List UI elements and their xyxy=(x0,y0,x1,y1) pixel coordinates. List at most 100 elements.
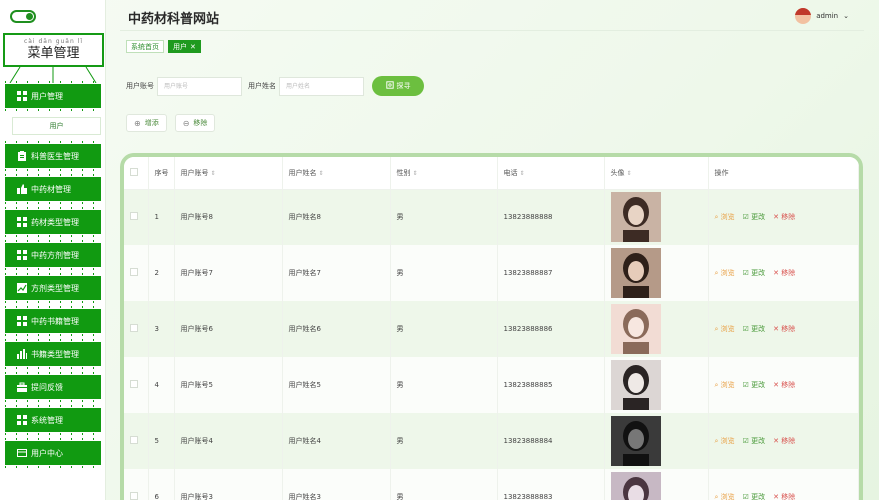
sidebar-item-label: 科普医生管理 xyxy=(31,151,79,161)
col-account[interactable]: 用户账号 ⇕ xyxy=(174,157,283,190)
grid-icon xyxy=(17,217,27,227)
avatar-photo[interactable] xyxy=(610,472,661,500)
edit-button[interactable]: ☑ 更改 xyxy=(743,212,766,222)
row-checkbox[interactable] xyxy=(130,268,138,276)
menu-title: 菜单管理 xyxy=(27,46,80,61)
delete-button[interactable]: ✕ 移除 xyxy=(773,212,795,222)
edit-icon: ☑ xyxy=(742,269,752,277)
edit-icon: ☑ xyxy=(742,493,752,500)
cell-gender: 男 xyxy=(390,189,498,245)
delete-button[interactable]: ✕ 移除 xyxy=(773,324,795,334)
sidebar-item-book-type-management[interactable]: 书籍类型管理 xyxy=(5,339,101,369)
view-button[interactable]: ⌕ 浏览 xyxy=(715,212,735,222)
grid-icon xyxy=(17,415,27,425)
search-icon xyxy=(385,81,394,91)
cell-gender: 男 xyxy=(390,413,498,469)
sidebar-subitem-user[interactable]: 用户 xyxy=(12,117,101,135)
sidebar-toggle[interactable] xyxy=(10,10,36,23)
name-input[interactable] xyxy=(279,76,364,96)
delete-button[interactable]: ✕ 移除 xyxy=(773,268,795,278)
view-button[interactable]: ⌕ 浏览 xyxy=(715,268,735,278)
table-row: 5 用户账号4 用户姓名4 男 13823888884 ⌕ 浏览 ☑ 更改 ✕ 移除 xyxy=(124,413,859,469)
row-checkbox[interactable] xyxy=(130,212,138,221)
sidebar-item-user-center[interactable]: 用户中心 xyxy=(5,438,101,468)
sidebar-item-prescription-management[interactable]: 中药方剂管理 xyxy=(5,240,101,270)
avatar-photo[interactable] xyxy=(610,304,661,354)
cell-ops: ⌕ 浏览 ☑ 更改 ✕ 移除 xyxy=(708,469,859,500)
tab-user[interactable]: 用户 ✕ xyxy=(168,40,201,53)
cell-gender: 男 xyxy=(390,245,498,301)
cell-name: 用户姓名8 xyxy=(282,189,391,245)
sort-icon: ⇕ xyxy=(210,169,216,177)
col-phone[interactable]: 电话 ⇕ xyxy=(497,157,605,190)
col-avatar[interactable]: 头像 ⇕ xyxy=(604,157,709,190)
edit-button[interactable]: ☑ 更改 xyxy=(743,380,766,390)
edit-button[interactable]: ☑ 更改 xyxy=(743,324,766,334)
view-button[interactable]: ⌕ 浏览 xyxy=(715,492,735,500)
edit-button[interactable]: ☑ 更改 xyxy=(743,436,766,446)
sidebar-item-doctor-management[interactable]: 科普医生管理 xyxy=(5,141,101,171)
delete-button[interactable]: ✕ 移除 xyxy=(773,380,795,390)
avatar-photo[interactable] xyxy=(610,360,661,410)
row-checkbox[interactable] xyxy=(130,324,138,332)
cell-no: 4 xyxy=(148,357,175,413)
select-all-checkbox[interactable] xyxy=(130,167,138,176)
sidebar-item-book-management[interactable]: 中药书籍管理 xyxy=(5,306,101,336)
close-icon[interactable]: ✕ xyxy=(190,43,196,51)
sidebar-item-label: 用户管理 xyxy=(31,91,63,101)
chevron-down-icon: ⌄ xyxy=(843,12,849,20)
cell-gender: 男 xyxy=(390,357,498,413)
cell-avatar xyxy=(604,413,709,469)
sidebar-item-system-management[interactable]: 系统管理 xyxy=(5,405,101,435)
tab-home[interactable]: 系统首页 xyxy=(126,40,164,53)
view-button[interactable]: ⌕ 浏览 xyxy=(715,324,735,334)
menu-title-box: cài dān guǎn lǐ 菜单管理 xyxy=(3,33,104,67)
cell-account: 用户账号5 xyxy=(174,357,283,413)
cell-phone: 13823888883 xyxy=(497,469,605,500)
cell-ops: ⌕ 浏览 ☑ 更改 ✕ 移除 xyxy=(708,301,859,357)
name-label: 用户姓名 xyxy=(248,82,276,90)
cell-name: 用户姓名7 xyxy=(282,245,391,301)
col-gender[interactable]: 性别 ⇕ xyxy=(390,157,498,190)
remove-button[interactable]: ⊖ 移除 xyxy=(174,114,216,132)
delete-button[interactable]: ✕ 移除 xyxy=(773,436,795,446)
sidebar-item-herb-type-management[interactable]: 药材类型管理 xyxy=(5,207,101,237)
row-select-cell xyxy=(124,189,149,245)
edit-button[interactable]: ☑ 更改 xyxy=(743,492,766,500)
user-menu[interactable]: admin ⌄ xyxy=(795,8,849,24)
delete-button[interactable]: ✕ 移除 xyxy=(773,492,795,500)
cell-avatar xyxy=(604,189,709,245)
row-select-cell xyxy=(124,413,149,469)
cell-account: 用户账号6 xyxy=(174,301,283,357)
menu-pinyin: cài dān guǎn lǐ xyxy=(23,38,84,45)
sidebar-item-prescription-type-management[interactable]: 方剂类型管理 xyxy=(5,273,101,303)
sidebar-item-user-management[interactable]: 用户管理 xyxy=(5,81,101,111)
cell-name: 用户姓名4 xyxy=(282,413,391,469)
user-table: 序号 用户账号 ⇕ 用户姓名 ⇕ 性别 ⇕ 电话 ⇕ 头像 ⇕ 操作 1 用户账号8 用户姓名… xyxy=(124,157,859,500)
sidebar-item-herb-management[interactable]: 中药材管理 xyxy=(5,174,101,204)
view-button[interactable]: ⌕ 浏览 xyxy=(715,380,735,390)
cell-no: 6 xyxy=(148,469,175,500)
edit-button[interactable]: ☑ 更改 xyxy=(743,268,766,278)
avatar-photo[interactable] xyxy=(610,416,661,466)
account-input[interactable] xyxy=(157,76,242,96)
edit-icon: ☑ xyxy=(742,381,752,389)
cell-name: 用户姓名3 xyxy=(282,469,391,500)
col-name[interactable]: 用户姓名 ⇕ xyxy=(282,157,391,190)
cell-phone: 13823888886 xyxy=(497,301,605,357)
sidebar-item-feedback[interactable]: 提问反馈 xyxy=(5,372,101,402)
row-checkbox[interactable] xyxy=(130,380,138,388)
row-checkbox[interactable] xyxy=(130,492,138,500)
avatar-photo[interactable] xyxy=(610,248,661,298)
add-label: 增添 xyxy=(144,119,159,127)
search-button[interactable]: 探寻 xyxy=(372,76,424,96)
sidebar: cài dān guǎn lǐ 菜单管理 用户管理 用户 科普医生管理 中药材管… xyxy=(0,0,106,500)
cell-phone: 13823888885 xyxy=(497,357,605,413)
search-bar: 用户账号 用户姓名 探寻 xyxy=(126,76,424,96)
row-checkbox[interactable] xyxy=(130,436,138,444)
edit-icon: ☑ xyxy=(742,325,752,333)
table-header-row: 序号 用户账号 ⇕ 用户姓名 ⇕ 性别 ⇕ 电话 ⇕ 头像 ⇕ 操作 xyxy=(124,157,859,190)
view-button[interactable]: ⌕ 浏览 xyxy=(715,436,735,446)
avatar-photo[interactable] xyxy=(610,192,661,243)
add-button[interactable]: ⊕ 增添 xyxy=(126,114,167,132)
